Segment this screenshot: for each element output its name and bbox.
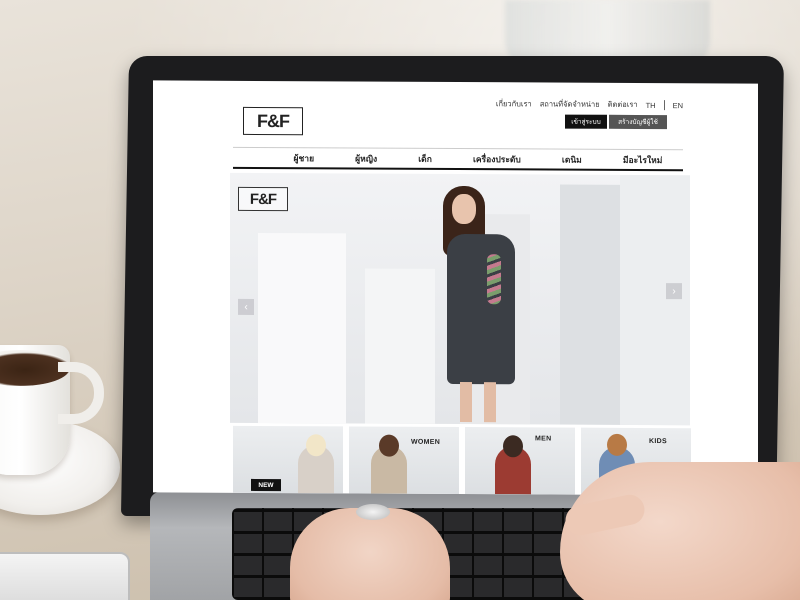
hero-banner[interactable]: F&F ‹ ›: [230, 172, 690, 426]
category-tile-new[interactable]: [233, 425, 343, 494]
nav-whats-new[interactable]: มีอะไรใหม่: [623, 152, 662, 166]
hero-logo: F&F: [238, 186, 288, 212]
category-label-kids: KIDS: [649, 438, 667, 446]
category-tile-women[interactable]: WOMEN: [349, 426, 459, 495]
chevron-right-icon[interactable]: ›: [666, 283, 682, 300]
smartphone: [0, 552, 130, 600]
site-logo[interactable]: F&F: [243, 106, 303, 136]
top-links: เกี่ยวกับเรา สถานที่จัดจำหน่าย ติดต่อเรา…: [496, 98, 683, 111]
language-en[interactable]: EN: [673, 101, 683, 110]
new-badge: NEW: [251, 478, 281, 492]
top-link-stores[interactable]: สถานที่จัดจำหน่าย: [540, 98, 600, 110]
nav-men[interactable]: ผู้ชาย: [294, 151, 315, 165]
register-button[interactable]: สร้างบัญชีผู้ใช้: [609, 114, 667, 130]
left-hand: [290, 508, 450, 600]
main-nav: ผู้ชาย ผู้หญิง เด็ก เครื่องประดับ เดนิม …: [233, 146, 683, 172]
top-link-about[interactable]: เกี่ยวกับเรา: [496, 98, 532, 110]
login-button[interactable]: เข้าสู่ระบบ: [565, 114, 607, 129]
top-link-contact[interactable]: ติดต่อเรา: [608, 99, 638, 111]
laptop-screen: F&F เกี่ยวกับเรา สถานที่จัดจำหน่าย ติดต่…: [153, 80, 758, 496]
website: F&F เกี่ยวกับเรา สถานที่จัดจำหน่าย ติดต่…: [230, 81, 691, 496]
hero-model-image: [435, 184, 535, 425]
nav-kids[interactable]: เด็ก: [418, 151, 432, 165]
ring: [356, 504, 390, 520]
chevron-left-icon[interactable]: ‹: [238, 298, 254, 315]
language-divider: [663, 100, 665, 111]
nav-accessories[interactable]: เครื่องประดับ: [473, 152, 521, 166]
nav-women[interactable]: ผู้หญิง: [355, 151, 377, 165]
category-label-men: MEN: [535, 435, 552, 443]
category-label-women: WOMEN: [411, 438, 441, 446]
category-tile-men[interactable]: MEN: [465, 427, 575, 495]
nav-denim[interactable]: เดนิม: [562, 152, 582, 166]
language-th[interactable]: TH: [646, 100, 656, 109]
